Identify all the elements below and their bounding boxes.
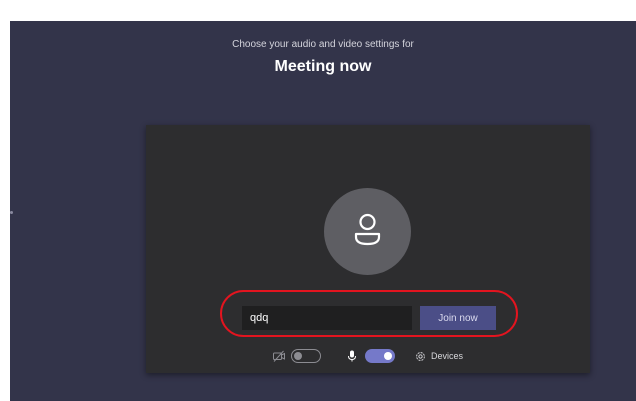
- media-controls: Devices: [146, 349, 590, 365]
- name-input[interactable]: [242, 306, 412, 330]
- edge-dot: [10, 211, 13, 214]
- pre-join-screen: Choose your audio and video settings for…: [10, 21, 636, 401]
- preview-panel: Join now: [146, 125, 590, 373]
- meeting-title: Meeting now: [274, 58, 372, 75]
- devices-label: Devices: [431, 351, 464, 361]
- microphone-icon: [348, 350, 356, 362]
- microphone-toggle-knob: [384, 352, 392, 360]
- gear-icon: [416, 351, 425, 361]
- settings-subtitle: Choose your audio and video settings for: [232, 39, 414, 50]
- join-now-button[interactable]: Join now: [420, 306, 496, 330]
- camera-toggle[interactable]: [291, 349, 321, 363]
- camera-off-icon: [273, 350, 285, 362]
- devices-button[interactable]: Devices: [414, 349, 463, 363]
- camera-toggle-knob: [294, 351, 302, 360]
- avatar: [324, 188, 411, 275]
- person-icon: [354, 213, 381, 246]
- microphone-toggle[interactable]: [365, 349, 395, 363]
